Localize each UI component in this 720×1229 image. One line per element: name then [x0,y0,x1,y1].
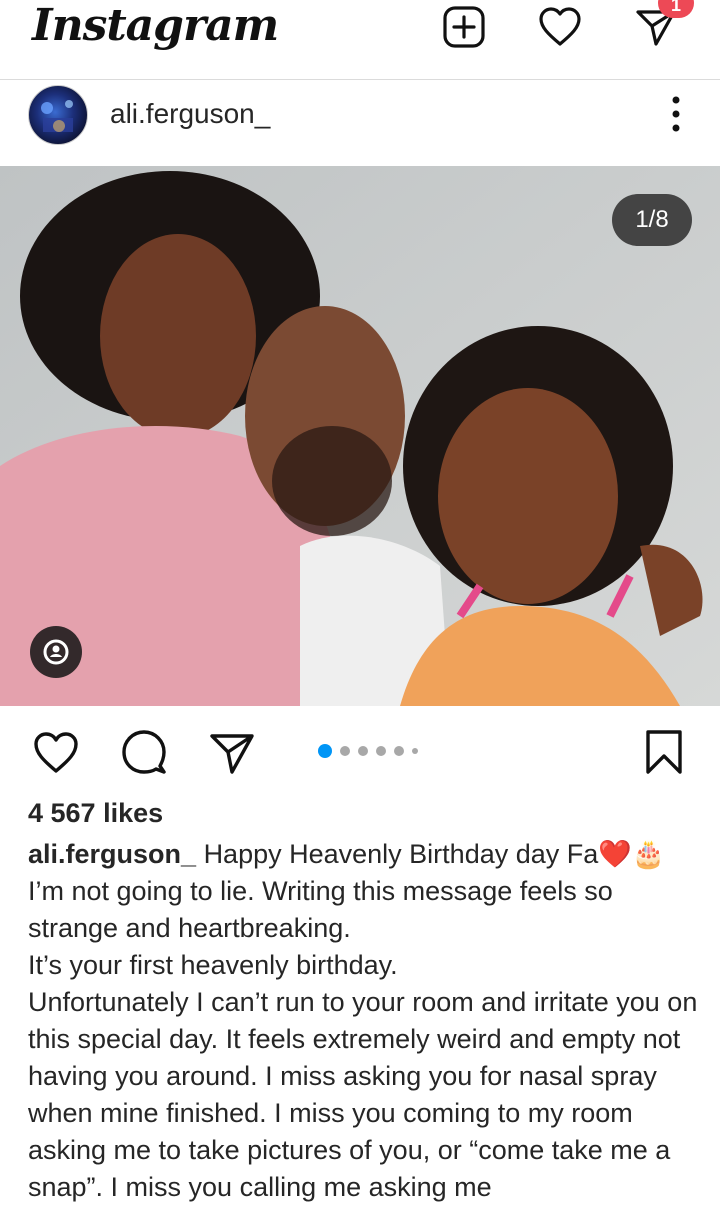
post-username[interactable]: ali.ferguson_ [110,98,270,130]
likes-count[interactable]: 4 567 likes [28,798,163,829]
caption-text: Happy Heavenly Birthday day Fa [203,839,599,869]
caption-line: I’m not going to lie. Writing this messa… [28,876,613,943]
carousel-dot [340,746,350,756]
heart-icon[interactable] [538,4,582,48]
like-icon[interactable] [32,728,80,776]
bookmark-icon[interactable] [640,728,688,776]
family-photo [0,166,720,706]
more-options-icon[interactable] [662,94,690,134]
carousel-dot [358,746,368,756]
post-header: ali.ferguson_ [0,80,720,166]
user-tag-icon [43,639,69,665]
carousel-dot [376,746,386,756]
carousel-dot [394,746,404,756]
post-image[interactable] [0,166,720,706]
caption-first-line: ali.ferguson_ Happy Heavenly Birthday da… [28,836,700,873]
new-post-icon[interactable] [442,4,486,48]
user-tag-button[interactable] [30,626,82,678]
carousel-dot-active [318,744,332,758]
share-icon[interactable] [208,728,256,776]
carousel-dot [412,748,418,754]
caption-line: Unfortunately I can’t run to your room a… [28,987,698,1202]
instagram-logo[interactable]: Instagram [32,0,279,51]
caption-username[interactable]: ali.ferguson_ [28,839,196,869]
avatar-image [41,100,73,132]
avatar[interactable] [28,85,88,145]
caption-emojis: ❤️🎂 [598,839,666,869]
top-bar: Instagram 1 [0,0,720,80]
caption-line: It’s your first heavenly birthday. [28,950,398,980]
post-caption: ali.ferguson_ Happy Heavenly Birthday da… [28,836,700,1206]
comment-icon[interactable] [120,728,168,776]
image-counter: 1/8 [612,194,692,246]
